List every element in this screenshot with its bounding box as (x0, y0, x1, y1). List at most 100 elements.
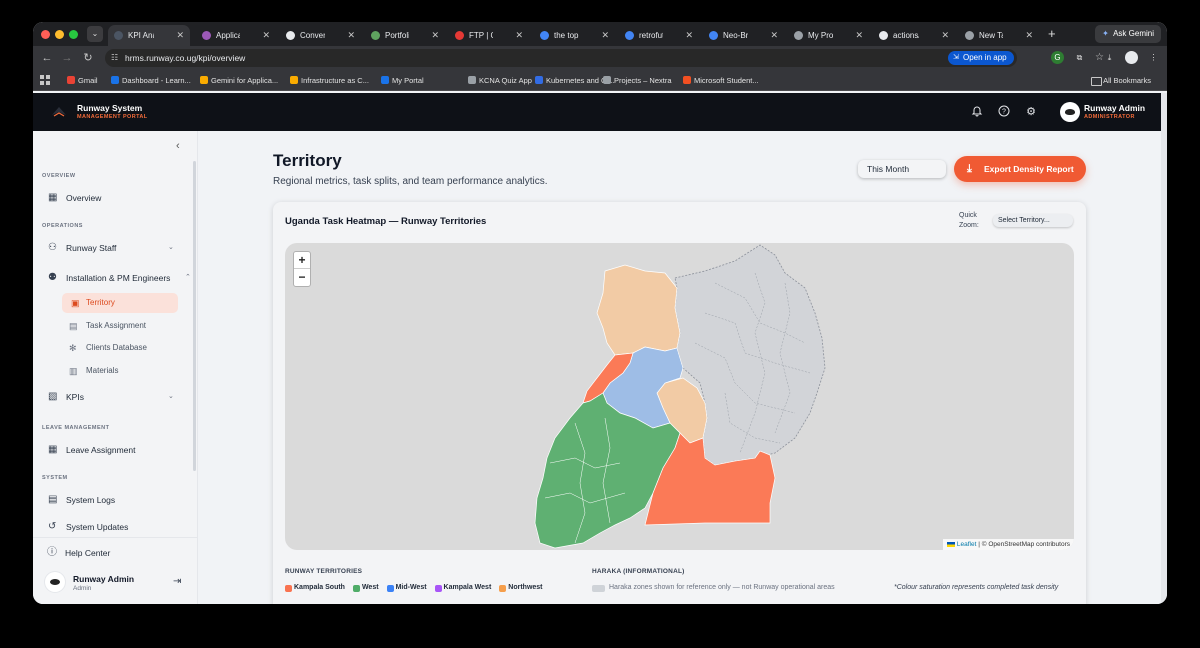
forward-arrow-icon[interactable]: → (59, 50, 75, 66)
sidebar-item-leave-assignment[interactable]: ▦ Leave Assignment (48, 443, 135, 457)
new-tab-button[interactable]: + (1048, 25, 1056, 43)
bookmark-item[interactable]: My Portal (381, 70, 424, 91)
section-operations: OPERATIONS (42, 223, 83, 229)
apps-grid-icon[interactable] (40, 75, 50, 85)
maximize-window-button[interactable] (69, 30, 78, 39)
bookmark-label: KCNA Quiz App (479, 76, 532, 85)
back-arrow-icon[interactable]: ← (39, 50, 55, 66)
bookmark-label: Microsoft Student... (694, 76, 759, 85)
haraka-legend-text: Haraka zones shown for reference only — … (592, 584, 835, 592)
help-question-icon[interactable]: ? (997, 105, 1011, 119)
network-icon: ✻ (69, 343, 77, 353)
close-tab-icon[interactable]: ✕ (1025, 25, 1033, 46)
browser-tab[interactable]: actions/chec ✕ (873, 25, 955, 46)
minimize-window-button[interactable] (55, 30, 64, 39)
close-tab-icon[interactable]: ✕ (515, 25, 523, 46)
quick-zoom-label: Quick Zoom: (959, 212, 979, 229)
footer-avatar (45, 572, 65, 592)
collapse-sidebar-chevron-icon[interactable]: ‹ (176, 140, 180, 152)
legend-swatch (499, 585, 507, 592)
close-tab-icon[interactable]: ✕ (262, 25, 270, 46)
bookmark-item[interactable]: Projects – Nextra (603, 70, 672, 91)
bookmark-favicon-icon (683, 76, 691, 84)
browser-tab[interactable]: Portfolio | Cl ✕ (365, 25, 445, 46)
logout-icon[interactable]: ⇥ (173, 576, 181, 587)
legend-swatch (285, 585, 292, 592)
tab-title: My Profile - (808, 31, 833, 40)
browser-tab[interactable]: Convert stat ✕ (280, 25, 361, 46)
tab-search-icon[interactable]: ⌄ (87, 26, 103, 42)
browser-tab[interactable]: New Tab ✕ (959, 25, 1039, 46)
settings-gear-icon[interactable]: ⚙ (1024, 105, 1038, 119)
bookmark-item[interactable]: Microsoft Student... (683, 70, 759, 91)
date-range-select[interactable]: This Month (858, 160, 946, 178)
bookmark-item[interactable]: Gmail (67, 70, 98, 91)
sidebar-item-installation[interactable]: ⚉ Installation & PM Engineers ⌃ (48, 271, 191, 285)
bookmark-item[interactable]: Dashboard - Learn... (111, 70, 191, 91)
sidebar-item-clients-database[interactable]: ✻ Clients Database (69, 341, 147, 355)
browser-tab[interactable]: KPI Analytics ✕ (108, 25, 190, 46)
close-window-button[interactable] (41, 30, 50, 39)
bookmark-item[interactable]: KCNA Quiz App (468, 70, 532, 91)
legend-item: Mid-West (386, 584, 427, 592)
header-avatar[interactable] (1060, 102, 1080, 122)
chart-icon: ▧ (48, 391, 58, 402)
browser-tab[interactable]: the top 20 d ✕ (534, 25, 615, 46)
all-bookmarks-button[interactable]: All Bookmarks (1091, 70, 1151, 91)
logs-icon: ▤ (48, 494, 58, 505)
sidebar-item-materials[interactable]: ▥ Materials (69, 364, 118, 378)
page-scrollbar[interactable] (1161, 93, 1167, 604)
tab-title: the top 20 d (554, 31, 579, 40)
browser-tab[interactable]: My Profile - ✕ (788, 25, 869, 46)
sidebar-item-kpis[interactable]: ▧ KPIs ⌄ (48, 390, 174, 404)
clipboard-icon: ▤ (69, 321, 78, 331)
zoom-out-button[interactable]: − (294, 269, 310, 286)
open-in-app-button[interactable]: Open in app (948, 51, 1014, 65)
close-tab-icon[interactable]: ✕ (601, 25, 609, 46)
tab-title: Portfolio | Cl (385, 31, 409, 40)
sidebar-item-system-logs[interactable]: ▤ System Logs (48, 493, 115, 507)
sidebar-item-task-assignment[interactable]: ▤ Task Assignment (69, 319, 146, 333)
browser-toolbar: ← → ↻ ☷ hrms.runway.co.ug/kpi/overview O… (33, 46, 1167, 70)
legend-label: Kampala West (443, 584, 492, 591)
ask-gemini-button[interactable]: Ask Gemini (1095, 25, 1161, 43)
sidebar-item-territory[interactable]: ▣ Territory (62, 293, 178, 313)
browser-tab[interactable]: FTP | Cissy ✕ (449, 25, 529, 46)
site-settings-icon[interactable]: ☷ (111, 49, 118, 67)
profile-avatar-icon[interactable] (1125, 51, 1138, 64)
legend-title: RUNWAY TERRITORIES (285, 568, 363, 575)
map-attribution: Leaflet | © OpenStreetMap contributors (942, 539, 1074, 550)
close-tab-icon[interactable]: ✕ (431, 25, 439, 46)
close-tab-icon[interactable]: ✕ (770, 25, 778, 46)
bookmark-item[interactable]: Gemini for Applica... (200, 70, 278, 91)
zoom-in-button[interactable]: + (294, 252, 310, 269)
close-tab-icon[interactable]: ✕ (685, 25, 693, 46)
section-leave-management: LEAVE MANAGEMENT (42, 425, 110, 431)
reload-icon[interactable]: ↻ (80, 50, 96, 66)
help-center-link[interactable]: ⓘ Help Center (47, 546, 110, 560)
sidebar-item-overview[interactable]: ▦ Overview (48, 191, 101, 205)
bookmark-favicon-icon (535, 76, 543, 84)
sidebar-scrollbar[interactable] (193, 161, 196, 471)
sidebar-item-system-updates[interactable]: ↺ System Updates (48, 520, 128, 534)
browser-tab[interactable]: Applications ✕ (196, 25, 276, 46)
leaflet-link[interactable]: Leaflet (957, 541, 977, 548)
downloads-icon[interactable]: ⤓ (1103, 51, 1116, 64)
browser-tab[interactable]: Neo-Brutalis ✕ (703, 25, 784, 46)
territory-select[interactable]: Select Territory... (993, 214, 1073, 227)
close-tab-icon[interactable]: ✕ (855, 25, 863, 46)
legend-item: West (352, 584, 379, 592)
close-tab-icon[interactable]: ✕ (176, 25, 184, 46)
uganda-map[interactable]: + − Leaflet | © OpenStreetMap contributo… (285, 243, 1074, 550)
bookmark-item[interactable]: Infrastructure as C... (290, 70, 369, 91)
close-tab-icon[interactable]: ✕ (941, 25, 949, 46)
browser-menu-icon[interactable]: ⋮ (1147, 51, 1160, 64)
address-bar[interactable]: ☷ hrms.runway.co.ug/kpi/overview Open in… (105, 49, 1104, 67)
export-density-report-button[interactable]: ⤓ Export Density Report (954, 156, 1086, 182)
grammarly-extension-icon[interactable]: G (1051, 51, 1064, 64)
sidebar-item-runway-staff[interactable]: ⚇ Runway Staff ⌄ (48, 241, 174, 255)
extensions-puzzle-icon[interactable]: ⧉ (1073, 51, 1086, 64)
close-tab-icon[interactable]: ✕ (347, 25, 355, 46)
browser-tab[interactable]: retrofuturism ✕ (619, 25, 699, 46)
notifications-bell-icon[interactable] (970, 105, 984, 119)
